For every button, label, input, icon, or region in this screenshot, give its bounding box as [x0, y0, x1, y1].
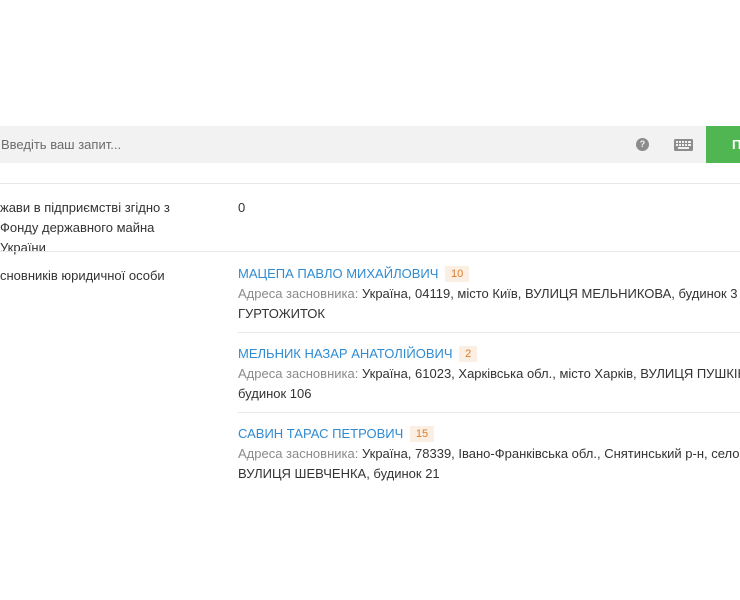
- keyboard-icon[interactable]: [674, 139, 693, 151]
- row-value-state-share: 0: [238, 200, 246, 215]
- search-bar: ? П: [0, 126, 740, 163]
- help-icon[interactable]: ?: [636, 138, 649, 151]
- founder-count-badge: 2: [459, 346, 478, 362]
- row-label-line: жави в підприємстві згідно з: [0, 200, 170, 215]
- founder-name-link[interactable]: МАЦЕПА ПАВЛО МИХАЙЛОВИЧ: [238, 266, 438, 281]
- page: ? П жави в підприємстві згідно з Фонду д…: [0, 0, 740, 600]
- row-label-line: сновників юридичної особи: [0, 268, 165, 283]
- founder-address-continued: ГУРТОЖИТОК: [238, 306, 325, 321]
- search-button[interactable]: П: [706, 126, 740, 163]
- row-label-state-share: жави в підприємстві згідно з Фонду держа…: [0, 198, 200, 258]
- founder-divider: [238, 412, 740, 413]
- founder-item: МЕЛЬНИК НАЗАР АНАТОЛІЙОВИЧ 2 Адреса засн…: [238, 344, 740, 404]
- address-text: Україна, 78339, Івано-Франківська обл., …: [361, 446, 740, 461]
- founder-count-badge: 10: [445, 266, 470, 282]
- founder-name-link[interactable]: МЕЛЬНИК НАЗАР АНАТОЛІЙОВИЧ: [238, 346, 453, 361]
- founder-address-continued: будинок 106: [238, 386, 312, 401]
- divider: [0, 183, 740, 184]
- address-text: Україна, 04119, місто Київ, ВУЛИЦЯ МЕЛЬН…: [361, 286, 738, 301]
- address-text: Україна, 61023, Харківська обл., місто Х…: [361, 366, 740, 381]
- address-label: Адреса засновника:: [238, 446, 359, 461]
- address-label: Адреса засновника:: [238, 366, 359, 381]
- row-label-line: Фонду державного майна України: [0, 220, 155, 255]
- founder-item: САВИН ТАРАС ПЕТРОВИЧ 15 Адреса засновник…: [238, 424, 740, 484]
- founder-count-badge: 15: [409, 426, 435, 442]
- founder-address: Адреса засновника: Україна, 78339, Івано…: [238, 444, 740, 464]
- founder-divider: [238, 332, 740, 333]
- founder-address: Адреса засновника: Україна, 61023, Харкі…: [238, 364, 740, 384]
- founder-name-link[interactable]: САВИН ТАРАС ПЕТРОВИЧ: [238, 426, 403, 441]
- founder-address: Адреса засновника: Україна, 04119, місто…: [238, 284, 740, 304]
- founder-item: МАЦЕПА ПАВЛО МИХАЙЛОВИЧ 10 Адреса заснов…: [238, 264, 740, 324]
- search-input[interactable]: [0, 126, 621, 163]
- row-label-founders: сновників юридичної особи: [0, 266, 200, 286]
- founder-address-continued: ВУЛИЦЯ ШЕВЧЕНКА, будинок 21: [238, 466, 440, 481]
- address-label: Адреса засновника:: [238, 286, 359, 301]
- divider: [0, 251, 740, 252]
